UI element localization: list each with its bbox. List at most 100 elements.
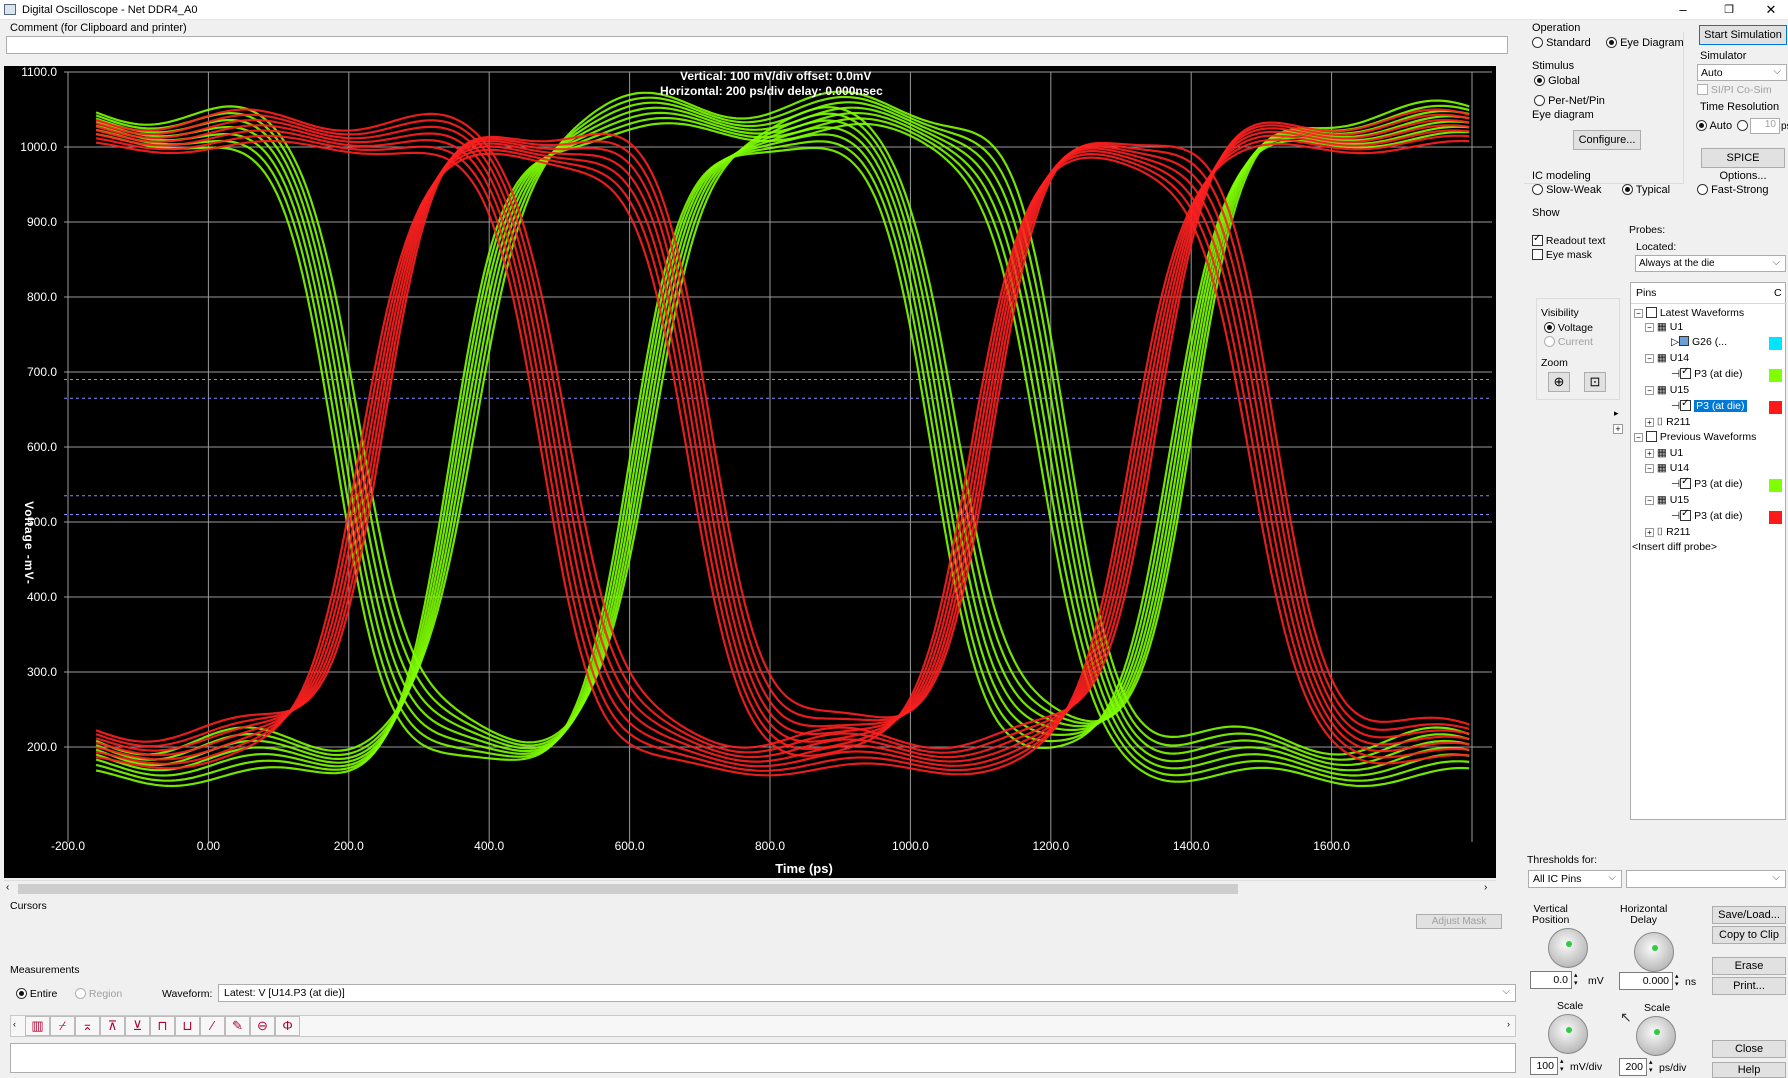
hold-icon[interactable]: ⊔ xyxy=(175,1016,200,1036)
close-window-button[interactable]: ✕ xyxy=(1748,0,1788,20)
probe-arrow-icon: ⊣ xyxy=(1671,368,1681,380)
save-load-button[interactable]: Save/Load... xyxy=(1712,906,1786,924)
latest-u14-color-swatch[interactable] xyxy=(1769,369,1782,382)
copy-to-clip-button[interactable]: Copy to Clip xyxy=(1712,926,1786,944)
eye-measure-icon[interactable]: ▥ xyxy=(25,1016,50,1036)
tree-previous-u15[interactable]: − ▦ U15 xyxy=(1645,494,1689,506)
comment-label: Comment (for Clipboard and printer) xyxy=(10,22,187,34)
thresholds-select[interactable]: All IC Pins xyxy=(1528,870,1622,888)
tree-latest-r211[interactable]: + ⌷ R211 xyxy=(1645,416,1690,429)
x-tick-label: 1600.0 xyxy=(1313,839,1350,853)
horizontal-scale-knob[interactable] xyxy=(1636,1016,1676,1056)
tree-previous-u14[interactable]: − ▦ U14 xyxy=(1645,462,1689,474)
stimulus-per-net-radio[interactable]: Per-Net/Pin xyxy=(1534,95,1605,107)
tree-previous-r211[interactable]: + ⌷ R211 xyxy=(1645,526,1690,539)
ic-fast-strong-radio[interactable]: Fast-Strong xyxy=(1697,184,1769,196)
mouse-cursor-icon: ↖ xyxy=(1620,1009,1632,1025)
horizontal-delay-spinner[interactable]: ▴ ▾ xyxy=(1675,973,1679,989)
zoom-fit-button[interactable]: ⊡ xyxy=(1584,372,1606,392)
close-button[interactable]: Close xyxy=(1712,1040,1786,1058)
vertical-scale-spinner[interactable]: ▴ ▾ xyxy=(1560,1058,1564,1074)
tree-latest-waveforms[interactable]: − Latest Waveforms xyxy=(1634,307,1744,319)
readout-text-checkbox[interactable]: Readout text xyxy=(1532,233,1605,247)
measure-region-radio[interactable]: Region xyxy=(75,988,122,1000)
tree-latest-u14[interactable]: − ▦ U14 xyxy=(1645,352,1689,364)
setup-icon[interactable]: ⊓ xyxy=(150,1016,175,1036)
horizontal-scale-spinner[interactable]: ▴ ▾ xyxy=(1649,1059,1653,1075)
plot-vertical-scrollbar[interactable] xyxy=(1497,66,1511,878)
comment-input[interactable] xyxy=(6,36,1508,54)
overshoot-icon[interactable]: ⊼ xyxy=(100,1016,125,1036)
simulator-select[interactable]: Auto xyxy=(1697,64,1787,81)
toolbar-scroll-right-icon[interactable]: › xyxy=(1507,1019,1510,1029)
previous-u15-color-swatch[interactable] xyxy=(1769,511,1782,524)
expand-arrow-icon[interactable]: ▸ xyxy=(1614,408,1619,419)
zoom-fit-icon: ⊡ xyxy=(1589,374,1601,389)
tree-previous-waveforms[interactable]: − Previous Waveforms xyxy=(1634,431,1756,443)
horizontal-delay-input[interactable]: 0.000 xyxy=(1619,972,1673,990)
vertical-position-spinner[interactable]: ▴ ▾ xyxy=(1574,972,1578,988)
vertical-position-input[interactable]: 0.0 xyxy=(1530,971,1572,989)
oscilloscope-plot[interactable]: 1100.0 1000.0 900.0 800.0 700.0 600.0 500.0 400… xyxy=(4,65,1496,878)
scroll-right-icon[interactable]: › xyxy=(1484,882,1487,893)
horizontal-scale-input[interactable]: 200 xyxy=(1619,1058,1647,1076)
eye-width-icon[interactable]: ⊖ xyxy=(250,1016,275,1036)
toolbar-scroll-left-icon[interactable]: ‹ xyxy=(13,1019,16,1029)
sipi-cosim-checkbox[interactable]: SI/PI Co-Sim xyxy=(1697,84,1772,96)
configure-button[interactable]: Configure... xyxy=(1573,130,1641,150)
probe-pen-icon[interactable]: ✎ xyxy=(225,1016,250,1036)
time-resolution-input[interactable]: 10 xyxy=(1750,118,1780,134)
tree-previous-u15-p3[interactable]: ⊣ P3 (at die) xyxy=(1671,508,1743,522)
adjust-mask-button[interactable]: Adjust Mask xyxy=(1416,914,1502,929)
undershoot-icon[interactable]: ⊻ xyxy=(125,1016,150,1036)
tree-latest-u1[interactable]: − ▦ U1 xyxy=(1645,321,1683,333)
spice-options-button[interactable]: SPICE Options... xyxy=(1701,148,1785,182)
visibility-voltage-radio[interactable]: Voltage xyxy=(1544,322,1593,334)
tree-previous-u1[interactable]: + ▦ U1 xyxy=(1645,447,1683,459)
fall-time-icon[interactable]: ⌅ xyxy=(75,1016,100,1036)
tree-latest-u15-p3[interactable]: ⊣ P3 (at die) xyxy=(1671,398,1747,412)
eye-mask-checkbox[interactable]: Eye mask xyxy=(1532,249,1592,261)
rise-time-icon[interactable]: ⌿ xyxy=(50,1016,75,1036)
vertical-position-knob[interactable] xyxy=(1548,928,1588,968)
tree-previous-u14-p3[interactable]: ⊣ P3 (at die) xyxy=(1671,476,1743,490)
tree-latest-u14-p3[interactable]: ⊣ P3 (at die) xyxy=(1671,366,1743,380)
waveform-select[interactable]: Latest: V [U14.P3 (at die)] xyxy=(218,984,1516,1002)
start-simulation-button[interactable]: Start Simulation xyxy=(1699,25,1787,45)
add-probe-icon[interactable]: + xyxy=(1613,424,1623,434)
insert-diff-probe[interactable]: <Insert diff probe> xyxy=(1632,541,1717,553)
vertical-scale-knob[interactable] xyxy=(1548,1014,1588,1054)
minimize-button[interactable]: – xyxy=(1660,0,1706,20)
g26-color-swatch[interactable] xyxy=(1769,337,1782,350)
ic-typical-radio[interactable]: Typical xyxy=(1622,184,1670,196)
tree-latest-u15[interactable]: − ▦ U15 xyxy=(1645,384,1689,396)
scroll-thumb[interactable] xyxy=(18,884,1238,894)
slew-icon[interactable]: ∕ xyxy=(200,1016,225,1036)
horizontal-delay-unit: ns xyxy=(1685,976,1697,988)
restore-button[interactable]: ❐ xyxy=(1706,0,1752,20)
pins-tree[interactable]: Pins C − Latest Waveforms − ▦ U1 ▷ G26 (… xyxy=(1630,282,1787,820)
print-button[interactable]: Print... xyxy=(1712,977,1786,995)
time-resolution-manual-radio[interactable] xyxy=(1737,120,1748,132)
x-tick-label: 0.00 xyxy=(197,839,221,853)
stimulus-global-radio[interactable]: Global xyxy=(1534,75,1580,87)
help-button[interactable]: Help xyxy=(1712,1062,1786,1078)
tree-latest-g26[interactable]: ▷ G26 (... xyxy=(1671,336,1727,348)
time-resolution-auto-radio[interactable]: Auto xyxy=(1696,120,1732,132)
vertical-scale-input[interactable]: 100 xyxy=(1530,1057,1558,1075)
phase-icon[interactable]: Φ xyxy=(275,1016,300,1036)
probes-located-select[interactable]: Always at the die xyxy=(1635,255,1786,272)
latest-u15-color-swatch[interactable] xyxy=(1769,401,1782,414)
zoom-in-button[interactable]: ⊕ xyxy=(1548,372,1570,392)
erase-button[interactable]: Erase xyxy=(1712,957,1786,975)
measure-entire-radio[interactable]: Entire xyxy=(16,988,57,1000)
green-eye-trace xyxy=(95,109,1470,750)
thresholds-secondary-select[interactable] xyxy=(1626,870,1786,888)
ic-slow-weak-radio[interactable]: Slow-Weak xyxy=(1532,184,1602,196)
previous-u14-color-swatch[interactable] xyxy=(1769,479,1782,492)
scroll-left-icon[interactable]: ‹ xyxy=(6,882,9,893)
plot-horizontal-scrollbar[interactable]: ‹ › xyxy=(4,880,1496,896)
horizontal-delay-knob[interactable] xyxy=(1634,932,1674,972)
visibility-current-radio[interactable]: Current xyxy=(1544,336,1593,348)
x-tick-label: 1200.0 xyxy=(1032,839,1069,853)
